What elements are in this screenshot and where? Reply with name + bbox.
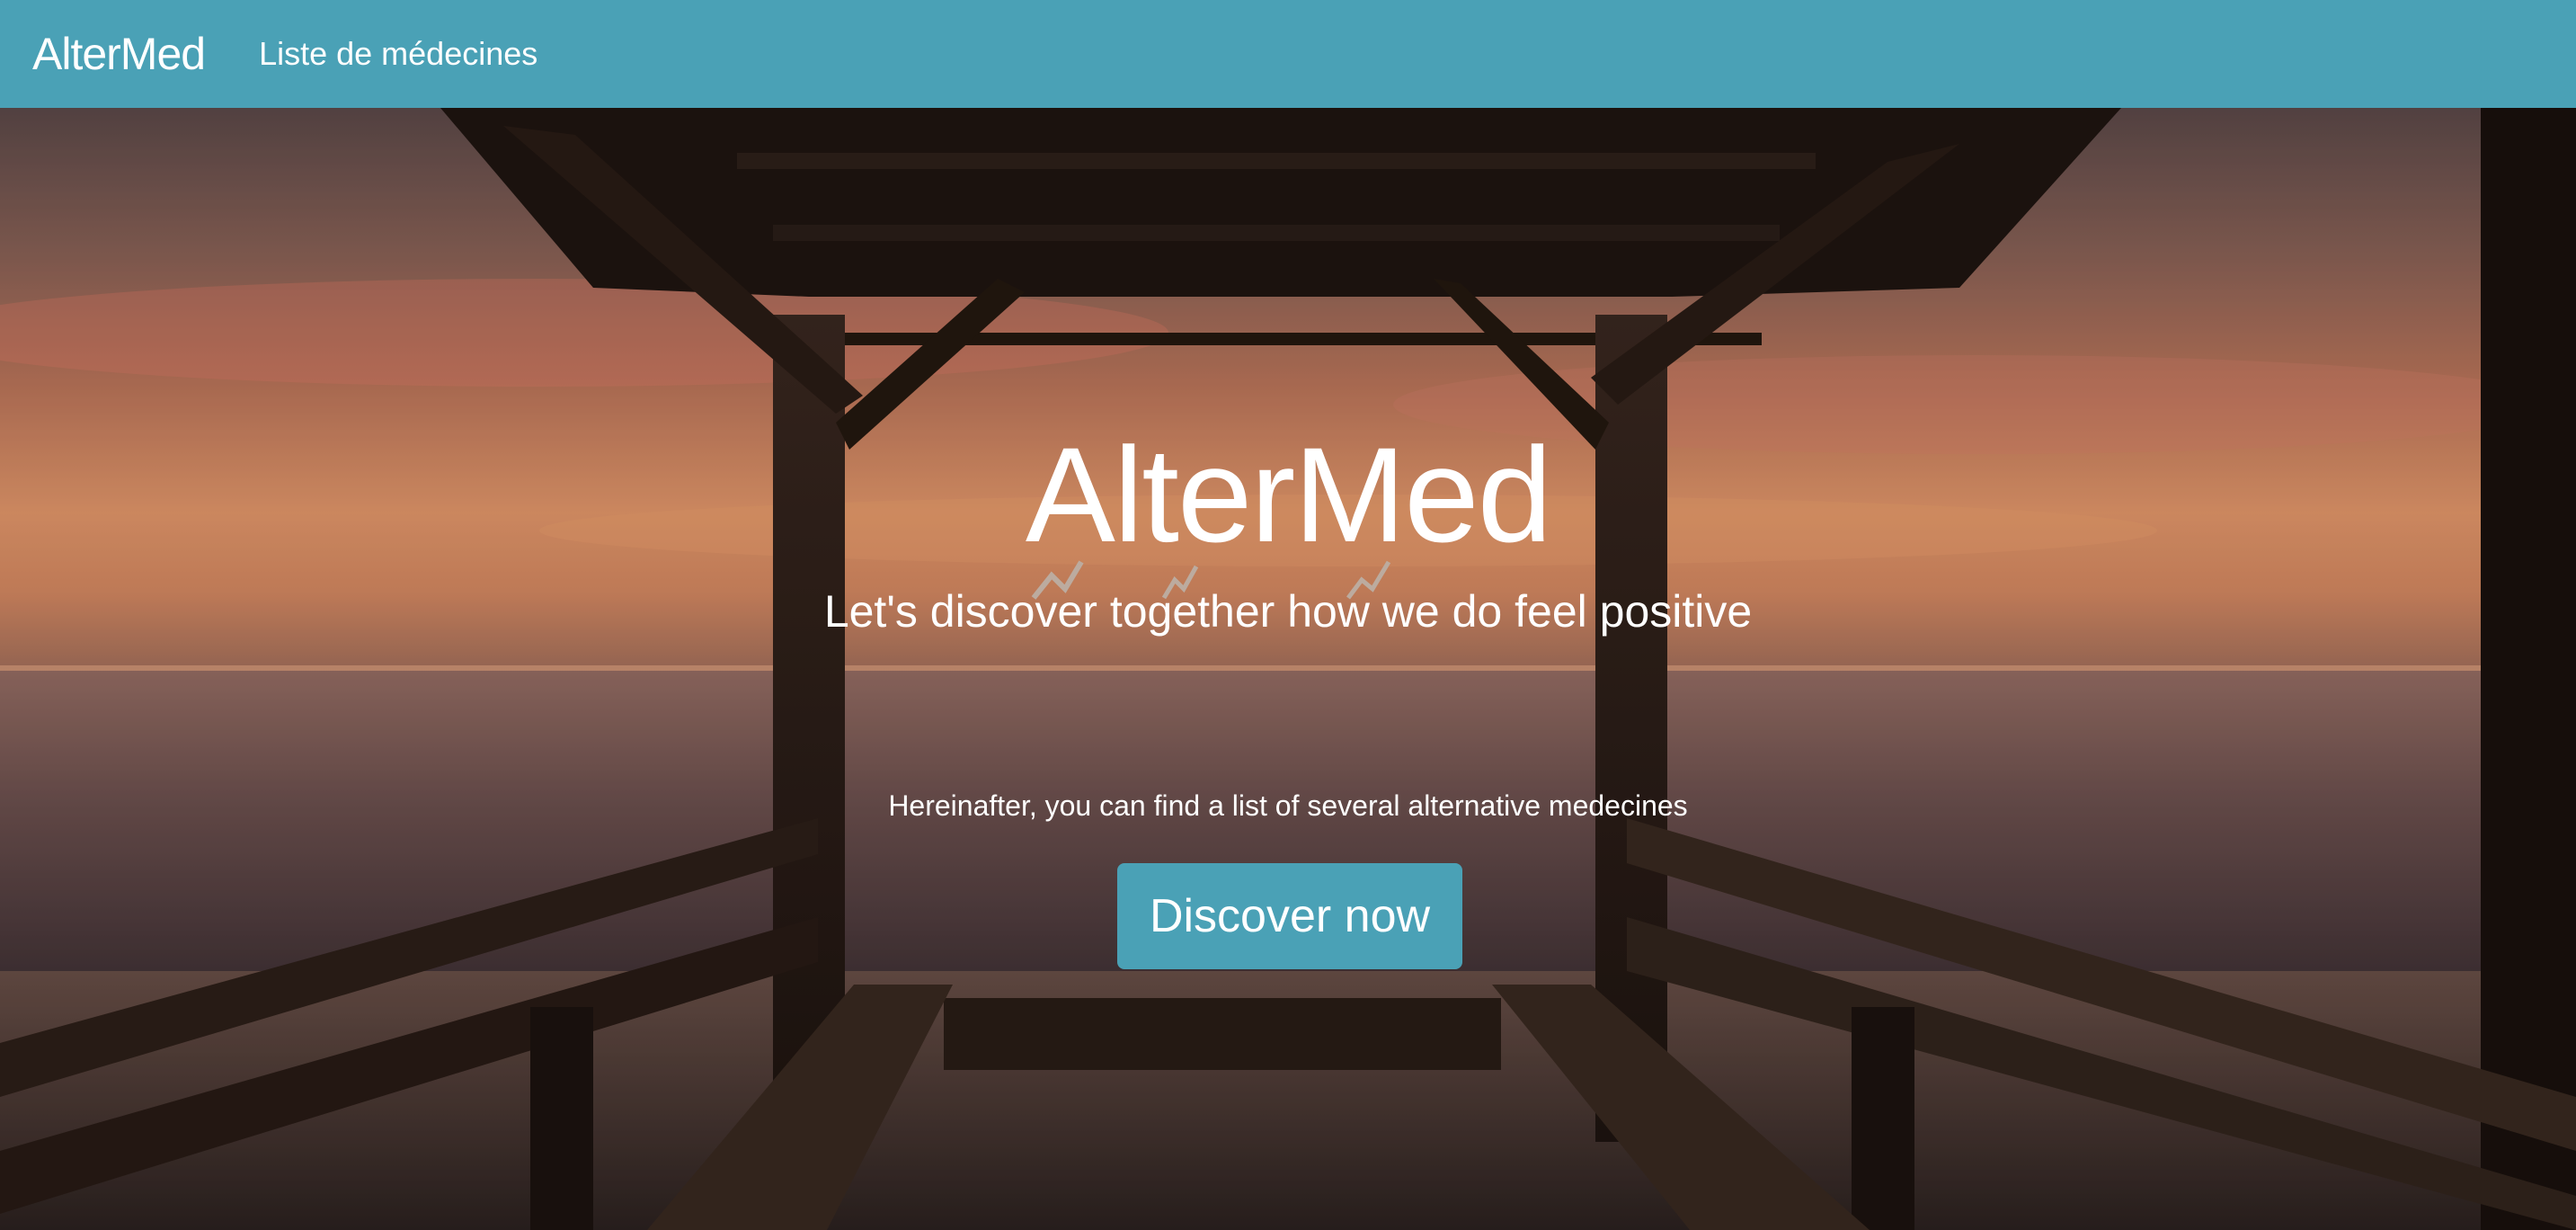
hero-title: AlterMed [1025,419,1552,570]
nav-link-medecines[interactable]: Liste de médecines [259,35,537,73]
hero-section: AlterMed Let's discover together how we … [0,108,2576,1230]
hero-content: AlterMed Let's discover together how we … [0,108,2576,1230]
top-navbar: AlterMed Liste de médecines [0,0,2576,108]
hero-description: Hereinafter, you can find a list of seve… [888,789,1688,822]
brand-logo-link[interactable]: AlterMed [32,28,206,80]
hero-subtitle: Let's discover together how we do feel p… [823,586,1753,637]
discover-now-button[interactable]: Discover now [1117,863,1462,969]
